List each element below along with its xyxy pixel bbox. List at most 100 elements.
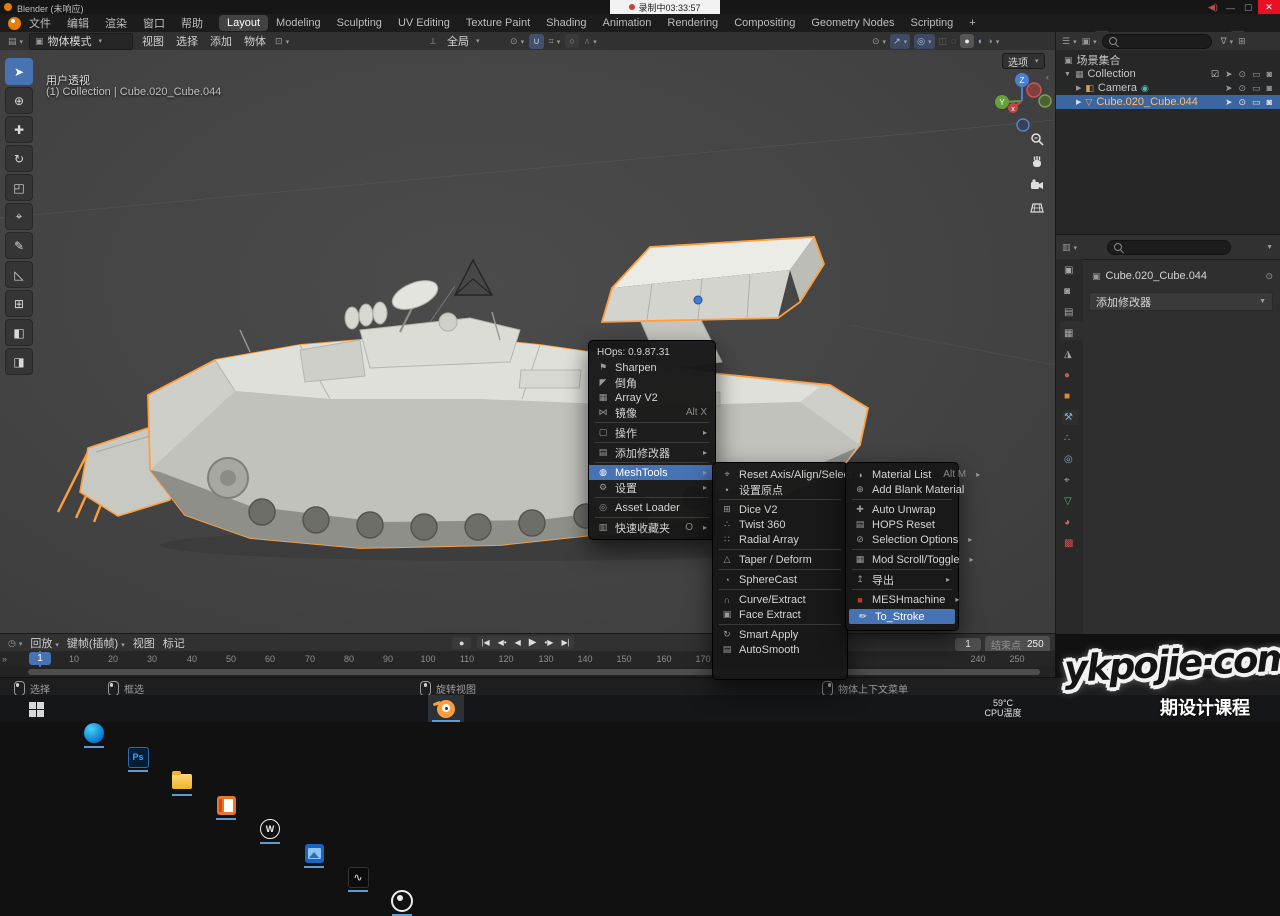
close-button[interactable]: ✕ <box>1258 0 1280 14</box>
viewport-options-button[interactable]: 选项 <box>1002 53 1045 69</box>
expand-icon[interactable]: ▼ <box>1064 71 1071 78</box>
outliner-display-mode-icon[interactable]: ☰ <box>1062 36 1077 47</box>
hide-icon[interactable]: ⊙ <box>1239 97 1247 108</box>
menu-item-smart-apply[interactable]: ↻Smart Apply <box>713 627 847 642</box>
tab-object[interactable]: ■ <box>1064 391 1070 402</box>
menu-item-sharpen[interactable]: ⚑Sharpen <box>589 360 715 375</box>
menu-item-meshmachine[interactable]: ■MESHmachine <box>846 592 958 607</box>
menu-item-spherecast[interactable]: ◔SphereCast <box>713 572 847 587</box>
menu-item-curve-extract[interactable]: ∩Curve/Extract <box>713 592 847 607</box>
volume-icon[interactable]: ◀) <box>1208 2 1218 13</box>
play-reverse-button[interactable]: ◀ <box>515 638 521 647</box>
tab-rendering[interactable]: Rendering <box>659 15 726 31</box>
taskbar-photos-icon[interactable] <box>302 841 326 865</box>
menu-object[interactable]: 物体 <box>241 33 269 49</box>
menu-item-mod-scroll-toggle[interactable]: ▦Mod Scroll/Toggle <box>846 552 958 567</box>
tool-rotate[interactable]: ↻ <box>5 145 33 172</box>
camera-view-icon[interactable] <box>1028 176 1046 194</box>
menu-item-add-blank-material[interactable]: ⊕Add Blank Material <box>846 482 958 497</box>
editor-type-viewport-icon[interactable]: ▤ <box>8 36 23 47</box>
checkbox-icon[interactable]: ☑ <box>1211 69 1219 80</box>
collection-row[interactable]: ▼ ▦ Collection ☑ ➤ ⊙ ▭ ◙ <box>1056 67 1280 81</box>
taskbar-audio-icon[interactable]: ∿ <box>346 865 370 889</box>
menu-item-autosmooth[interactable]: ▤AutoSmooth <box>713 642 847 657</box>
taskbar-w-app-icon[interactable]: W <box>258 817 282 841</box>
properties-editor-icon[interactable]: ▥ <box>1062 242 1077 253</box>
next-keyframe-button[interactable]: •▶ <box>544 638 553 647</box>
perspective-toggle-icon[interactable] <box>1028 199 1046 217</box>
tab-sculpting[interactable]: Sculpting <box>329 15 390 31</box>
tool-annotate[interactable]: ✎ <box>5 232 33 259</box>
tab-object-data[interactable]: ▽ <box>1064 496 1072 507</box>
menu-item-taper-deform[interactable]: △Taper / Deform <box>713 552 847 567</box>
menu-item-dice-v2[interactable]: ⊞Dice V2 <box>713 502 847 517</box>
menu-item-operations[interactable]: ▢操作 <box>589 425 715 440</box>
menu-keying[interactable]: 键帧(插帧) <box>67 635 125 651</box>
selectable-icon[interactable]: ➤ <box>1225 69 1233 80</box>
tab-particles[interactable]: ∴ <box>1064 433 1070 444</box>
outliner-search[interactable] <box>1102 34 1212 49</box>
outliner-filter-id-icon[interactable]: ▣ <box>1082 36 1097 47</box>
add-modifier-dropdown[interactable]: 添加修改器 ▼ <box>1089 292 1273 311</box>
show-gizmo-icon[interactable]: ⊙ <box>872 36 886 47</box>
navigation-gizmo[interactable]: Z Y x <box>992 70 1054 132</box>
shading-wireframe-icon[interactable]: ◌ <box>951 36 956 46</box>
taskbar-obs-icon[interactable] <box>390 889 414 913</box>
mode-dropdown[interactable]: ▣ 物体模式 <box>29 33 133 50</box>
editor-type-timeline-icon[interactable]: ◷ <box>8 638 22 649</box>
menu-item-reset-axis[interactable]: ⌖Reset Axis/Align/Select <box>713 467 847 482</box>
viewport-disable-icon[interactable]: ▭ <box>1252 83 1261 94</box>
taskbar-edge-icon[interactable] <box>82 721 106 745</box>
tool-measure[interactable]: ◺ <box>5 261 33 288</box>
pin-icon[interactable]: ⊙ <box>1265 271 1273 282</box>
outliner-search-input[interactable] <box>1121 35 1205 48</box>
tab-uv-editing[interactable]: UV Editing <box>390 15 458 31</box>
shading-rendered-icon[interactable]: ◑ <box>987 36 999 46</box>
play-button[interactable]: ▶ <box>529 637 537 648</box>
overlays-toggle-icon[interactable]: ◎ <box>914 34 934 49</box>
pivot-point-icon[interactable]: ⊙ <box>510 36 524 47</box>
menu-item-settings[interactable]: ⚙设置 <box>589 480 715 495</box>
zoom-icon[interactable] <box>1028 130 1046 148</box>
tab-geometry-nodes[interactable]: Geometry Nodes <box>803 15 902 31</box>
new-collection-icon[interactable]: ⊞ <box>1238 36 1246 47</box>
menu-markers[interactable]: 标记 <box>163 635 185 651</box>
menu-item-array-v2[interactable]: ▦Array V2 <box>589 390 715 405</box>
tab-scripting[interactable]: Scripting <box>902 15 961 31</box>
tool-boxcutter[interactable]: ◧ <box>5 319 33 346</box>
hide-icon[interactable]: ⊙ <box>1239 69 1247 80</box>
current-frame-field[interactable]: 1 <box>955 638 981 651</box>
expand-channel-icon[interactable]: » <box>2 654 7 664</box>
taskbar-imagetool-icon[interactable] <box>214 793 238 817</box>
tab-modifiers[interactable]: ⚒ <box>1062 410 1079 425</box>
menu-item-export[interactable]: ↥导出 <box>846 572 958 587</box>
tab-world[interactable]: ● <box>1064 370 1070 381</box>
selectable-icon[interactable]: ➤ <box>1225 83 1233 94</box>
menu-window[interactable]: 窗口 <box>135 13 173 33</box>
tab-render[interactable]: ◙ <box>1064 286 1070 297</box>
tab-modeling[interactable]: Modeling <box>268 15 329 31</box>
menu-item-asset-loader[interactable]: ◎Asset Loader <box>589 500 715 515</box>
expand-icon[interactable]: ▶ <box>1076 84 1081 92</box>
render-disable-icon[interactable]: ◙ <box>1267 83 1272 94</box>
tab-material[interactable]: ◕ <box>1064 517 1070 528</box>
maximize-button[interactable]: ▢ <box>1244 2 1253 13</box>
add-workspace-button[interactable]: + <box>961 15 983 31</box>
tool-move[interactable]: ✚ <box>5 116 33 143</box>
tab-view-layer[interactable]: ▦ <box>1064 328 1073 339</box>
snap-magnet-icon[interactable]: ∪ <box>529 34 544 49</box>
menu-item-meshtools[interactable]: ◍MeshTools <box>589 465 715 480</box>
taskbar-photoshop-icon[interactable]: Ps <box>126 745 150 769</box>
falloff-icon[interactable]: ∧ <box>584 36 597 47</box>
current-frame-badge[interactable]: 1 <box>29 652 51 665</box>
auto-key-button[interactable]: ● <box>452 637 471 649</box>
expand-icon[interactable]: ▶ <box>1076 98 1081 106</box>
minimize-button[interactable]: — <box>1226 3 1235 13</box>
menu-item-mirror[interactable]: ⋈镜像Alt X <box>589 405 715 420</box>
menu-file[interactable]: 文件 <box>21 13 59 33</box>
start-button[interactable] <box>24 697 48 721</box>
menu-item-set-origin[interactable]: •设置原点 <box>713 482 847 497</box>
menu-item-selection-options[interactable]: ⊘Selection Options <box>846 532 958 547</box>
snap-target-icon[interactable]: ⌗ <box>549 36 561 47</box>
menu-item-twist-360[interactable]: ∴Twist 360 <box>713 517 847 532</box>
